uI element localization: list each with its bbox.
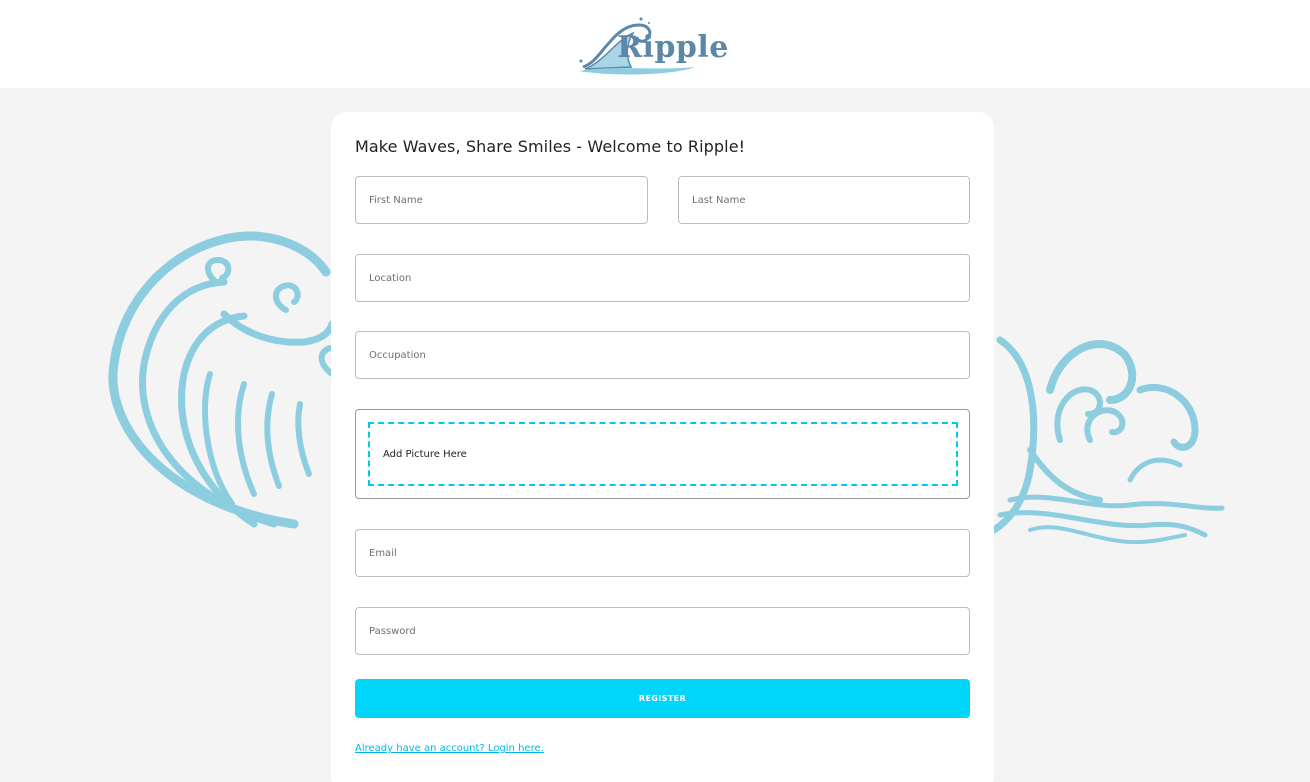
password-field	[355, 607, 970, 655]
last-name-field	[678, 176, 970, 224]
first-name-field	[355, 176, 648, 224]
picture-dropzone[interactable]: Add Picture Here	[368, 422, 958, 486]
location-input[interactable]	[356, 255, 969, 301]
occupation-field	[355, 331, 970, 379]
occupation-input[interactable]	[356, 332, 969, 378]
form-title: Make Waves, Share Smiles - Welcome to Ri…	[355, 137, 746, 156]
logo-text: Ripple	[617, 29, 729, 65]
register-card: Make Waves, Share Smiles - Welcome to Ri…	[331, 112, 994, 782]
last-name-input[interactable]	[679, 177, 969, 223]
dropzone-label: Add Picture Here	[383, 448, 467, 460]
decorative-wave-left-icon	[108, 231, 334, 529]
email-input[interactable]	[356, 530, 969, 576]
decorative-wave-right-icon	[990, 336, 1225, 545]
register-button[interactable]: REGISTER	[355, 679, 970, 718]
picture-upload-box: Add Picture Here	[355, 409, 970, 499]
top-bar: Ripple	[0, 0, 1310, 88]
first-name-input[interactable]	[356, 177, 647, 223]
email-field	[355, 529, 970, 577]
location-field	[355, 254, 970, 302]
login-link[interactable]: Already have an account? Login here.	[355, 743, 544, 754]
ripple-logo[interactable]: Ripple	[575, 11, 735, 77]
password-input[interactable]	[356, 608, 969, 654]
